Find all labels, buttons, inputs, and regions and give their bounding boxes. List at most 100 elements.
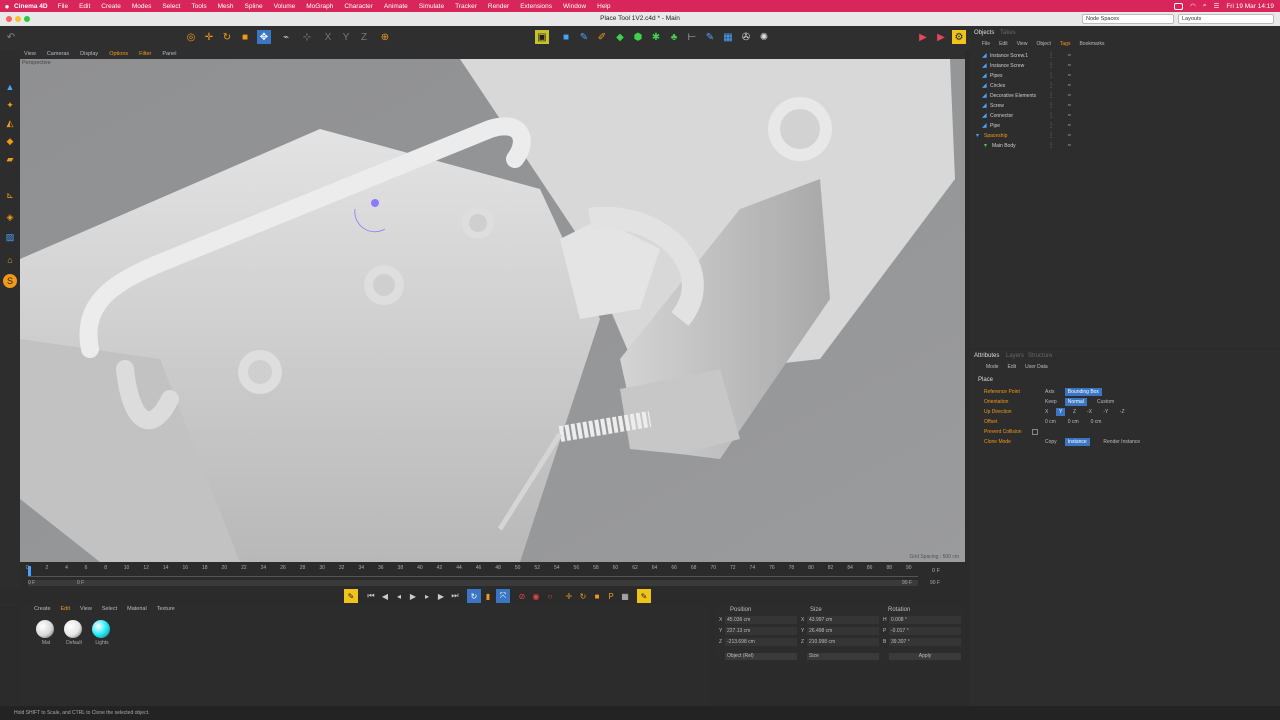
axis-mode-icon[interactable]: ⊾ xyxy=(3,188,17,202)
object-row[interactable]: ◢ Screw ⋮ ▫ xyxy=(976,102,1276,111)
material-menu-create[interactable]: Create xyxy=(34,606,51,612)
object-row[interactable]: ◢ Instance Screw ⋮ ▫ xyxy=(976,62,1276,71)
select-tool-icon[interactable]: ◎ xyxy=(184,30,198,44)
material-menu-texture[interactable]: Texture xyxy=(157,606,175,612)
wifi-icon[interactable]: ◠ xyxy=(1190,2,1196,10)
size-field[interactable]: 43.997 cm xyxy=(807,616,879,624)
timeline-ruler[interactable]: 0246810121416182022242628303234363840424… xyxy=(26,565,918,577)
size-field[interactable]: 210.998 cm xyxy=(807,638,879,646)
move-tool-icon[interactable]: ✛ xyxy=(202,30,216,44)
visibility-dots-icon[interactable]: ⋮ xyxy=(1048,102,1054,109)
attribute-option[interactable]: Copy xyxy=(1042,438,1060,446)
object-menu-bookmarks[interactable]: Bookmarks xyxy=(1079,41,1104,47)
position-field[interactable]: 227.13 cm xyxy=(725,627,797,635)
prev-frame-icon[interactable]: ◂ xyxy=(392,589,406,603)
object-menu-edit[interactable]: Edit xyxy=(999,41,1008,47)
viewport-menu-options[interactable]: Options xyxy=(109,51,128,57)
attribute-option[interactable]: -Z xyxy=(1117,408,1128,416)
attribute-option[interactable]: Z xyxy=(1070,408,1079,416)
search-icon[interactable]: ⌕ xyxy=(1203,2,1207,10)
menu-character[interactable]: Character xyxy=(344,3,373,10)
viewport-menu-filter[interactable]: Filter xyxy=(139,51,151,57)
scale-tool-icon[interactable]: ■ xyxy=(238,30,252,44)
solo-mode-icon[interactable]: ▨ xyxy=(3,230,17,244)
prevent-collision-checkbox[interactable] xyxy=(1032,429,1038,435)
tweak-mode-icon[interactable]: ◈ xyxy=(3,210,17,224)
battery-icon[interactable] xyxy=(1174,2,1184,10)
node-spaces-select[interactable]: Node Spaces xyxy=(1082,14,1174,24)
visibility-dots-icon[interactable]: ⋮ xyxy=(1048,92,1054,99)
viewport-menu-view[interactable]: View xyxy=(24,51,36,57)
rotation-field[interactable]: 39.307 ° xyxy=(889,638,961,646)
preview-range-icon[interactable]: ▮ xyxy=(481,589,495,603)
menu-tools[interactable]: Tools xyxy=(191,3,206,10)
record-keys-icon[interactable]: ⊘ xyxy=(515,589,529,603)
menu-extensions[interactable]: Extensions xyxy=(520,3,552,10)
object-menu-view[interactable]: View xyxy=(1017,41,1028,47)
object-mode-icon[interactable]: ▲ xyxy=(3,80,17,94)
attribute-option[interactable]: -X xyxy=(1084,408,1095,416)
key-mode-icon[interactable]: ⤧ xyxy=(496,589,510,603)
light-icon[interactable]: ✺ xyxy=(757,30,771,44)
object-row[interactable]: ◢ Decorative Elements ⋮ ▫ xyxy=(976,92,1276,101)
object-row[interactable]: ▾ Main Body ⋮ ▫ xyxy=(976,142,1276,151)
visibility-dots-icon[interactable]: ⋮ xyxy=(1048,112,1054,119)
menu-simulate[interactable]: Simulate xyxy=(419,3,444,10)
key-scale-icon[interactable]: ■ xyxy=(590,589,604,603)
loop-icon[interactable]: ↻ xyxy=(467,589,481,603)
menu-window[interactable]: Window xyxy=(563,3,586,10)
play-icon[interactable]: ▶ xyxy=(406,589,420,603)
tab-takes[interactable]: Takes xyxy=(1000,30,1016,36)
pen-icon[interactable]: ✎ xyxy=(577,30,591,44)
model-mode-icon[interactable]: ▣ xyxy=(535,30,549,44)
dopesheet-icon[interactable]: ✎ xyxy=(637,589,651,603)
attribute-option[interactable]: 0 cm xyxy=(1088,418,1105,426)
key-param-icon[interactable]: P xyxy=(604,589,618,603)
menu-create[interactable]: Create xyxy=(101,3,121,10)
position-field[interactable]: 45.036 cm xyxy=(725,616,797,624)
scene-icon[interactable]: ♣ xyxy=(667,30,681,44)
axis-y-icon[interactable]: Y xyxy=(339,30,353,44)
prev-key-icon[interactable]: ◀ xyxy=(378,589,392,603)
camera-icon[interactable]: ✇ xyxy=(739,30,753,44)
snap-tool-icon[interactable]: ⊹ xyxy=(300,30,314,44)
attribute-menu-mode[interactable]: Mode xyxy=(986,364,999,370)
polygons-mode-icon[interactable]: ◆ xyxy=(3,134,17,148)
object-row[interactable]: ◢ Pipes ⋮ ▫ xyxy=(976,72,1276,81)
axis-x-icon[interactable]: X xyxy=(321,30,335,44)
material-item[interactable]: Mat xyxy=(36,620,56,646)
next-frame-icon[interactable]: ▸ xyxy=(420,589,434,603)
material-menu-edit[interactable]: Edit xyxy=(61,606,70,612)
attribute-option[interactable]: Normal xyxy=(1064,398,1087,406)
field-icon[interactable]: ⊢ xyxy=(685,30,699,44)
layouts-select[interactable]: Layouts xyxy=(1178,14,1274,24)
attribute-option[interactable]: Render Instance xyxy=(1100,438,1143,446)
material-item[interactable]: Default xyxy=(64,620,84,646)
spline-tool-icon[interactable]: ⌁ xyxy=(279,30,293,44)
points-mode-icon[interactable]: ✦ xyxy=(3,98,17,112)
render-settings-icon[interactable]: ⚙ xyxy=(952,30,966,44)
tab-structure[interactable]: Structure xyxy=(1028,353,1052,359)
position-field[interactable]: -213.698 cm xyxy=(725,638,797,646)
visibility-dots-icon[interactable]: ⋮ xyxy=(1048,122,1054,129)
visibility-dots-icon[interactable]: ⋮ xyxy=(1048,132,1054,139)
tab-layers[interactable]: Layers xyxy=(1006,353,1024,359)
object-menu-tags[interactable]: Tags xyxy=(1060,41,1071,47)
app-name-menu[interactable]: Cinema 4D xyxy=(14,3,48,10)
attribute-option[interactable]: -Y xyxy=(1100,408,1111,416)
rotation-field[interactable]: -0.017 ° xyxy=(889,627,961,635)
size-field[interactable]: 26.498 cm xyxy=(807,627,879,635)
rotation-field[interactable]: 0.008 ° xyxy=(889,616,961,624)
visibility-dots-icon[interactable]: ⋮ xyxy=(1048,52,1054,59)
menu-file[interactable]: File xyxy=(58,3,68,10)
undo-icon[interactable]: ↶ xyxy=(4,30,18,44)
attribute-option[interactable]: Y xyxy=(1056,408,1066,416)
attribute-option[interactable]: 0 cm xyxy=(1042,418,1059,426)
size-mode-select[interactable]: Size xyxy=(807,653,879,660)
attribute-option[interactable]: Keep xyxy=(1042,398,1060,406)
material-menu-select[interactable]: Select xyxy=(102,606,117,612)
material-item[interactable]: Lights xyxy=(92,620,112,646)
apple-icon[interactable]: ● xyxy=(0,2,14,11)
playhead[interactable] xyxy=(28,566,31,576)
attribute-option[interactable]: Instance xyxy=(1064,438,1090,446)
